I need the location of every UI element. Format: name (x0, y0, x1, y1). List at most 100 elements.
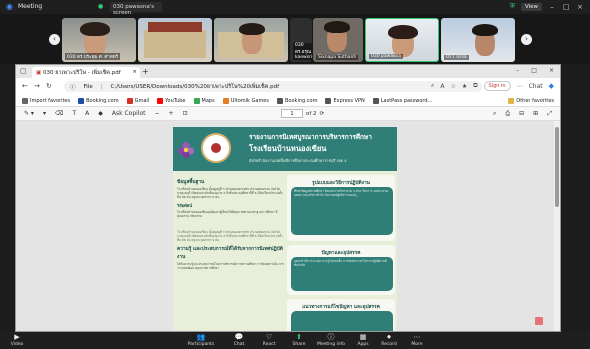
section-title: แนวทางการแก้ไขปัญหา และอุปสรรค (302, 305, 380, 310)
highlight-icon[interactable]: ▾ (43, 110, 46, 117)
zoom-icon[interactable]: ⌕ (431, 82, 434, 90)
globe-icon (277, 97, 283, 104)
poster-left-column: ข้อมูลพื้นฐาน โรงเรียนบ้านหนองเขียน ตั้ง… (177, 175, 285, 271)
participant-tile[interactable]: OTT Ursa (441, 18, 515, 62)
poster-title: รายงานการนิเทศบูรณาการบริหารการศึกษา (249, 133, 372, 141)
favorites-bar: Import favorites Booking.com Gmail YouTu… (16, 95, 560, 107)
favorite-youtube[interactable]: YouTube (157, 97, 186, 104)
erase-icon[interactable]: ⌫ (55, 110, 63, 117)
favorite-booking[interactable]: Booking.com (78, 97, 119, 104)
save-as-icon[interactable]: ⊞ (533, 110, 538, 118)
copilot-icon[interactable]: ◆ (98, 110, 103, 117)
scrollbar-thumb[interactable] (555, 127, 559, 207)
chevron-left-icon[interactable]: ‹ (49, 34, 60, 45)
back-icon[interactable]: ← (22, 82, 28, 90)
record-button[interactable]: ⏺ Record (374, 333, 404, 347)
feedback-icon[interactable] (535, 317, 543, 325)
favorite-import[interactable]: Import favorites (22, 97, 70, 104)
new-tab-icon[interactable]: + (142, 67, 149, 76)
section-title: ความรู้ และประสบการณ์ที่ได้รับจากการนิเท… (177, 247, 283, 261)
chevron-right-icon[interactable]: › (521, 34, 532, 45)
read-aloud-icon[interactable]: A (85, 110, 89, 117)
read-aloud-icon[interactable]: A (440, 83, 444, 90)
poster-header: รายงานการนิเทศบูรณาการบริหารการศึกษา โรง… (173, 127, 397, 171)
copilot-icon[interactable]: ◆ (549, 82, 554, 90)
tab-pdf[interactable]: ▣ 030 ยาเพาะปริโษ - เพิ่มเช็ค.pdf × (32, 67, 140, 78)
scrollbar[interactable] (554, 121, 560, 331)
participant-tile[interactable] (214, 18, 288, 62)
favorite-games[interactable]: Ultomik Games (222, 97, 269, 104)
close-icon[interactable]: × (576, 3, 584, 11)
minimize-icon[interactable]: – (548, 3, 556, 11)
rotate-icon[interactable]: ⟳ (320, 111, 325, 117)
participant-video-strip: ‹ 030 ดร.ประทุม ศ. ศาสตร์ 030 ดร.อรุณ ka… (0, 14, 590, 64)
forward-icon[interactable]: → (34, 82, 40, 90)
collections-icon[interactable]: ⧉ (473, 82, 477, 90)
url-divider: | (100, 83, 103, 90)
toolbar-label: Record (381, 342, 397, 347)
chat-label[interactable]: Chat (529, 83, 543, 90)
shield-icon: ● (98, 3, 104, 10)
tab-actions-icon[interactable]: ▢ (20, 67, 27, 75)
participant-name: 030 ดร.ประทุม ศ. ศาสตร์ (65, 53, 121, 60)
favorite-maps[interactable]: Maps (193, 97, 215, 104)
favorite-label: YouTube (165, 97, 186, 104)
text-icon[interactable]: T (72, 110, 76, 117)
maximize-icon[interactable]: □ (562, 3, 570, 11)
pdf-icon: ▣ (36, 70, 42, 76)
favorite-vpn[interactable]: Express VPN (325, 97, 365, 104)
participant-name: Sixnapa Suthanh (316, 55, 359, 60)
close-tab-icon[interactable]: × (132, 69, 137, 75)
refresh-icon[interactable]: ↻ (46, 82, 52, 90)
participant-tile[interactable]: 030 ดร.ประทุม ศ. ศาสตร์ (62, 18, 136, 62)
section-text: โรงเรียนบ้านหนองเขียนมุ่งพัฒนาผู้เรียนให… (177, 210, 278, 219)
participants-button[interactable]: 👥 Participants (186, 333, 216, 347)
globe-icon (372, 97, 379, 104)
fit-page-icon[interactable]: ⊡ (183, 110, 188, 117)
ask-copilot-button[interactable]: Ask Copilot (112, 110, 146, 117)
page-number-input[interactable]: 1 (281, 109, 303, 118)
address-row: ← → ↻ ⓘ File | C:/Users/USER/Downloads/0… (16, 78, 560, 95)
favorite-label: Booking.com (86, 97, 119, 104)
other-favorites[interactable]: Other favorites (508, 97, 554, 104)
participant-tile[interactable]: 030 ดร.อรุณ kaewsri... (290, 18, 312, 62)
address-bar[interactable]: ⓘ File | C:/Users/USER/Downloads/030%20ย… (64, 81, 482, 92)
meeting-info-button[interactable]: ⓘ Meeting info (316, 333, 346, 347)
participant-tile[interactable] (138, 18, 212, 62)
tab-bar: ▢ ▣ 030 ยาเพาะปริโษ - เพิ่มเช็ค.pdf × + … (16, 65, 560, 78)
favorite-booking-2[interactable]: Booking.com (277, 97, 317, 104)
zoom-in-icon[interactable]: + (169, 110, 174, 117)
participant-tile[interactable]: Sixnapa Suthanh (313, 18, 363, 62)
more-icon[interactable]: ⋯ (517, 83, 523, 90)
search-icon[interactable]: ⌕ (493, 110, 496, 118)
fullscreen-icon[interactable]: ⤢ (547, 110, 552, 118)
problem-box: บุคลากรมีภาระงานมาก ครูไม่ครบชั้น การจัด… (291, 257, 393, 291)
favorites-icon[interactable]: ★ (462, 83, 467, 90)
participant-tile[interactable]: 030 pawasna (365, 18, 439, 62)
sign-in-button[interactable]: Sign in (483, 81, 511, 91)
more-button[interactable]: ⋯ More (402, 333, 432, 347)
favorite-label: Ultomik Games (230, 97, 269, 104)
zoom-out-icon[interactable]: − (155, 110, 160, 117)
record-icon: ⏺ (387, 333, 391, 341)
favorite-label: Maps (201, 97, 215, 104)
view-button[interactable]: View (520, 2, 542, 11)
draw-icon[interactable]: ✎ ▾ (24, 110, 34, 117)
video-button[interactable]: ▶ Video (2, 333, 32, 347)
close-icon[interactable]: × (549, 67, 554, 74)
pdf-viewer[interactable]: รายงานการนิเทศบูรณาการบริหารการศึกษา โรง… (16, 121, 560, 331)
react-button[interactable]: ♡ React (254, 333, 284, 347)
sign-in-label: Sign in (488, 83, 506, 89)
favorite-gmail[interactable]: Gmail (126, 97, 149, 104)
print-icon[interactable]: ⎙ (505, 110, 510, 118)
share-button[interactable]: ⬆ Share (284, 333, 314, 347)
maximize-icon[interactable]: □ (531, 67, 537, 74)
guide-box (291, 311, 393, 331)
page-total: of 2 (306, 110, 317, 117)
chat-button[interactable]: 💬 Chat (224, 333, 254, 347)
favorite-lastpass[interactable]: LastPass password... (372, 97, 432, 104)
favorite-star-icon[interactable]: ☆ (450, 83, 455, 90)
save-icon[interactable]: ⊟ (519, 110, 524, 118)
screen-share-tab[interactable]: 030 pawasna's screen (110, 2, 162, 16)
minimize-icon[interactable]: – (516, 67, 519, 74)
